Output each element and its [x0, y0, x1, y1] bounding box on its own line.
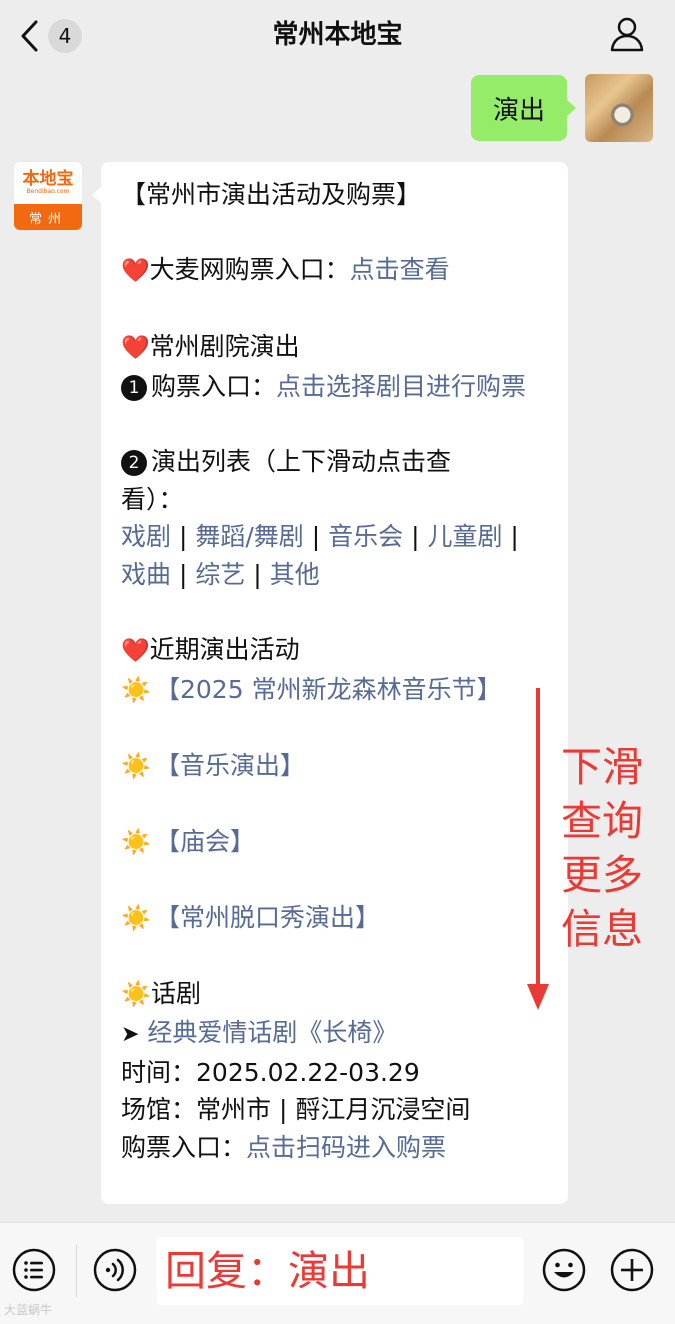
annotation-line: 查询 [561, 797, 643, 845]
drama-show-link[interactable]: 经典爱情话剧《长椅》 [147, 1018, 397, 1047]
drama-title-line: ☀️话剧 [121, 975, 548, 1014]
smiley-icon[interactable] [541, 1247, 587, 1293]
incoming-message: 【常州市演出活动及购票】 ❤️大麦网购票入口：点击查看 ❤️常州剧院演出 1 购票… [92, 162, 568, 1204]
drama-ticket-link[interactable]: 点击扫码进入购票 [246, 1133, 446, 1162]
input-bar: 回复：演出 大蓝蜗牛 [0, 1222, 675, 1324]
drama-venue-label: 场馆： [121, 1095, 197, 1125]
separator: | [171, 559, 196, 589]
theater-list-label: 演出列表（上下滑动点击查看）： [121, 447, 452, 514]
drama-time-label: 时间： [121, 1057, 197, 1087]
outgoing-message-text: 演出 [492, 95, 545, 126]
scroll-down-arrow-icon [527, 688, 549, 1010]
category-link-children[interactable]: 儿童剧 [427, 522, 502, 551]
drama-ticket-label: 购票入口： [121, 1132, 247, 1162]
damai-line: ❤️大麦网购票入口：点击查看 [121, 251, 548, 291]
category-link-other[interactable]: 其他 [270, 560, 320, 589]
divider [76, 1245, 77, 1297]
sun-icon: ☀️ [121, 980, 151, 1009]
sun-icon: ☀️ [121, 828, 151, 857]
brand-url: Bendibao.com [26, 188, 70, 195]
theater-title-line: ❤️常州剧院演出 [121, 328, 548, 368]
watermark: 大蓝蜗牛 [4, 1303, 53, 1317]
heart-icon: ❤️ [121, 335, 150, 362]
drama-venue-value: 常州市 | 酹江月沉浸空间 [196, 1095, 471, 1125]
separator: | [303, 522, 329, 552]
outgoing-message[interactable]: 演出 [471, 75, 576, 141]
damai-label: 大麦网购票入口： [149, 255, 350, 285]
message-heading: 【常州市演出活动及购票】 [121, 180, 422, 209]
drama-ticket-line: 购票入口：点击扫码进入购票 [121, 1129, 548, 1167]
official-account-avatar[interactable]: 本地宝 Bendibao.com 常州 [14, 162, 82, 230]
person-icon[interactable] [607, 14, 647, 54]
heart-icon: ❤️ [121, 638, 150, 665]
event-item: ☀️ 【庙会】 [121, 823, 548, 862]
separator: | [245, 559, 270, 589]
event-link-music-festival[interactable]: 【2025 常州新龙森林音乐节】 [155, 675, 502, 704]
sun-icon: ☀️ [121, 751, 151, 780]
theater-title: 常州剧院演出 [149, 332, 300, 362]
category-link-variety[interactable]: 综艺 [195, 560, 245, 589]
chat-title: 常州本地宝 [272, 20, 403, 50]
number-two-icon: 2 [121, 450, 147, 477]
drama-title: 话剧 [151, 979, 202, 1009]
sun-icon: ☀️ [121, 904, 151, 933]
list-menu-icon[interactable] [11, 1247, 57, 1293]
brand-name: 本地宝 [22, 169, 74, 189]
plus-icon[interactable] [609, 1247, 655, 1293]
brand-logo: 本地宝 Bendibao.com [14, 162, 82, 204]
annotation-line: 更多 [561, 851, 643, 899]
message-input[interactable]: 回复：演出 [157, 1237, 523, 1305]
sun-icon: ☀️ [121, 675, 151, 704]
category-links-row2: 戏曲 | 综艺 | 其他 [121, 556, 548, 594]
drama-time-line: 时间：2025.02.22-03.29 [121, 1054, 548, 1092]
drama-show-line: ➤ 经典爱情话剧《长椅》 [121, 1014, 548, 1054]
event-item: ☀️ 【常州脱口秀演出】 [121, 899, 548, 938]
heart-icon: ❤️ [121, 258, 150, 285]
chat-header: 4 常州本地宝 [0, 0, 675, 72]
theater-ticket-label: 购票入口： [151, 371, 277, 401]
category-link-drama[interactable]: 戏剧 [121, 522, 171, 551]
damai-link[interactable]: 点击查看 [350, 255, 450, 284]
category-link-concert[interactable]: 音乐会 [328, 522, 403, 551]
event-item: ☀️ 【2025 常州新龙森林音乐节】 [121, 671, 548, 710]
user-avatar[interactable] [585, 74, 653, 142]
event-link-temple-fair[interactable]: 【庙会】 [155, 827, 255, 856]
theater-list-line: 2 演出列表（上下滑动点击查看）： [121, 443, 511, 518]
event-link-music-show[interactable]: 【音乐演出】 [155, 751, 305, 780]
arrow-right-icon: ➤ [121, 1022, 140, 1048]
category-link-opera[interactable]: 戏曲 [121, 560, 171, 589]
theater-ticket-link[interactable]: 点击选择剧目进行购票 [276, 372, 526, 401]
number-one-icon: 1 [121, 374, 147, 401]
category-links-row1: 戏剧 | 舞蹈/舞剧 | 音乐会 | 儿童剧 | [121, 518, 548, 556]
separator: | [403, 522, 428, 552]
category-link-dance[interactable]: 舞蹈/舞剧 [195, 522, 303, 551]
recent-title: 近期演出活动 [149, 635, 300, 665]
annotation-line: 信息 [561, 905, 643, 953]
theater-ticket-line: 1 购票入口：点击选择剧目进行购票 [121, 368, 549, 406]
separator: | [171, 522, 196, 552]
event-link-standup[interactable]: 【常州脱口秀演出】 [155, 903, 380, 932]
reply-hint-annotation: 回复：演出 [165, 1247, 370, 1295]
annotation-line: 下滑 [561, 743, 643, 791]
drama-time-value: 2025.02.22-03.29 [196, 1057, 420, 1087]
separator-trailing: | [502, 522, 519, 552]
scroll-hint-annotation: 下滑 查询 更多 信息 [561, 740, 661, 956]
brand-city: 常州 [14, 204, 82, 230]
event-item: ☀️ 【音乐演出】 [121, 747, 548, 786]
voice-icon[interactable] [92, 1247, 138, 1293]
recent-title-line: ❤️近期演出活动 [121, 631, 548, 671]
drama-venue-line: 场馆：常州市 | 酹江月沉浸空间 [121, 1091, 548, 1129]
